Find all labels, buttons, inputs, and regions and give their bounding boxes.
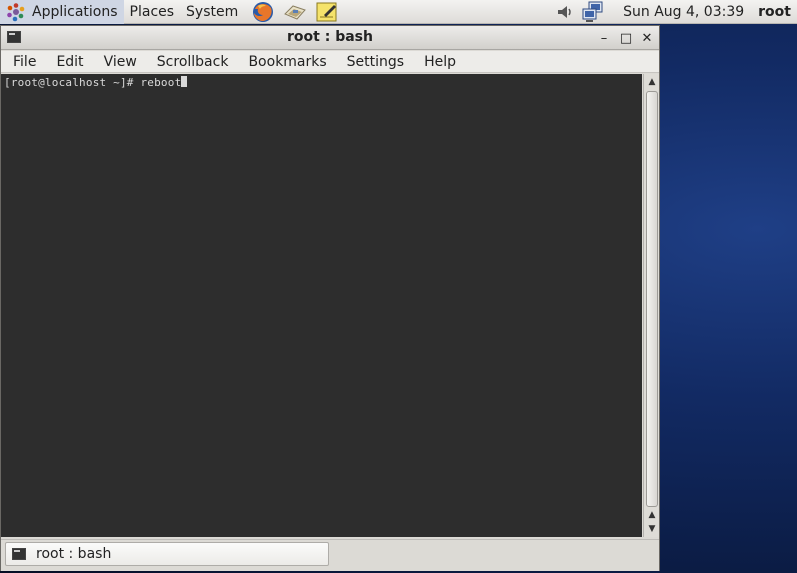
scroll-up-icon-lower[interactable]: ▲ bbox=[646, 509, 658, 521]
close-button[interactable]: ✕ bbox=[638, 29, 656, 47]
vertical-scrollbar[interactable]: ▲ ▲ ▼ bbox=[643, 74, 659, 537]
firefox-icon bbox=[253, 1, 274, 22]
system-label: System bbox=[186, 3, 239, 20]
taskbar-label: root : bash bbox=[36, 546, 112, 562]
places-menu[interactable]: Places bbox=[124, 0, 181, 24]
network-control[interactable] bbox=[579, 0, 607, 24]
titlebar[interactable]: root : bash – □ ✕ bbox=[1, 26, 659, 50]
top-panel: Applications Places System Sun Aug 4, 03… bbox=[0, 0, 797, 24]
panel-tray: Sun Aug 4, 03:39 root bbox=[551, 0, 797, 24]
terminal-icon bbox=[12, 548, 26, 560]
menu-view[interactable]: View bbox=[94, 51, 147, 73]
places-label: Places bbox=[129, 3, 175, 20]
network-icon bbox=[582, 1, 603, 22]
typed-command: reboot bbox=[140, 76, 182, 89]
menu-settings[interactable]: Settings bbox=[337, 51, 414, 73]
notes-launcher[interactable] bbox=[314, 0, 340, 24]
notes-icon bbox=[316, 2, 337, 21]
shell-prompt: [root@localhost ~]# bbox=[4, 76, 141, 89]
volume-control[interactable] bbox=[551, 0, 579, 24]
email-icon bbox=[284, 4, 307, 20]
minimize-button[interactable]: – bbox=[595, 29, 613, 47]
firefox-launcher[interactable] bbox=[250, 0, 276, 24]
clock[interactable]: Sun Aug 4, 03:39 bbox=[623, 4, 744, 20]
terminal-output[interactable]: [root@localhost ~]# reboot bbox=[1, 74, 642, 537]
gnome-foot-icon bbox=[6, 2, 26, 22]
terminal-line: [root@localhost ~]# reboot bbox=[4, 76, 188, 89]
menu-file[interactable]: File bbox=[1, 51, 46, 73]
email-launcher[interactable] bbox=[282, 0, 308, 24]
window-title: root : bash bbox=[287, 29, 373, 45]
menu-edit[interactable]: Edit bbox=[46, 51, 93, 73]
volume-icon bbox=[558, 6, 571, 18]
applications-label: Applications bbox=[32, 3, 118, 20]
user-menu[interactable]: root bbox=[758, 4, 791, 20]
maximize-button[interactable]: □ bbox=[617, 29, 635, 47]
taskbar-button[interactable]: root : bash bbox=[5, 542, 329, 566]
menu-bookmarks[interactable]: Bookmarks bbox=[238, 51, 336, 73]
system-menu[interactable]: System bbox=[180, 0, 244, 24]
applications-menu[interactable]: Applications bbox=[0, 0, 124, 24]
menu-help[interactable]: Help bbox=[414, 51, 466, 73]
menu-scrollback[interactable]: Scrollback bbox=[147, 51, 239, 73]
scroll-up-icon[interactable]: ▲ bbox=[646, 76, 658, 88]
scroll-thumb[interactable] bbox=[646, 91, 658, 507]
scroll-down-icon[interactable]: ▼ bbox=[646, 523, 658, 535]
text-cursor bbox=[181, 76, 188, 87]
terminal-window: root : bash – □ ✕ File Edit View Scrollb… bbox=[0, 25, 660, 571]
menubar: File Edit View Scrollback Bookmarks Sett… bbox=[1, 51, 659, 73]
bottom-panel: root : bash bbox=[1, 539, 659, 571]
